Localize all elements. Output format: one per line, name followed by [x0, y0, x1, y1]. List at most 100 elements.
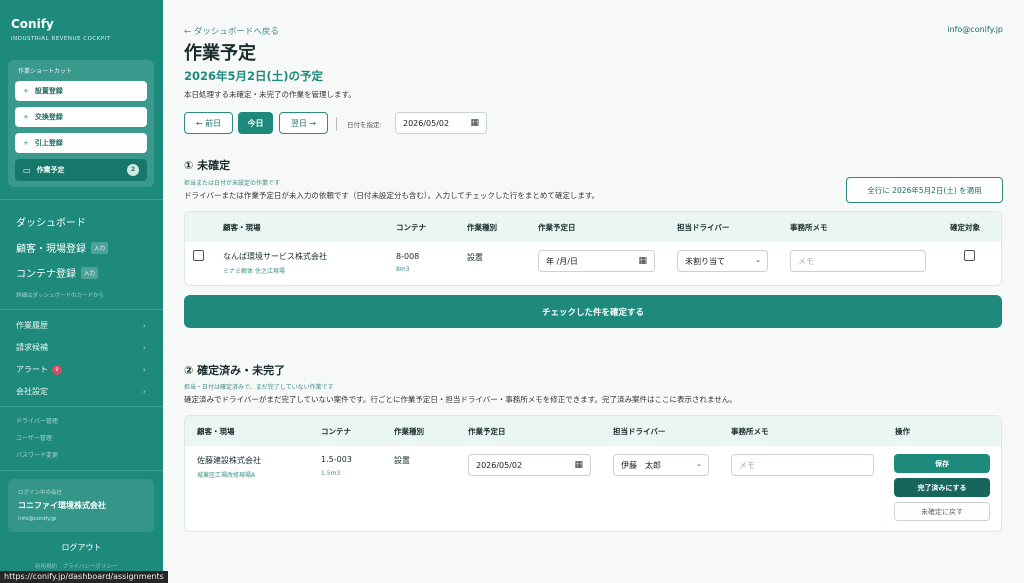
row-select-checkbox[interactable]	[193, 250, 204, 261]
column-header: 事務所メモ	[790, 223, 828, 232]
column-header: 顧客・現場	[197, 427, 235, 436]
date-picker-input[interactable]: 2026/05/02 ▦	[395, 112, 487, 134]
nav-container[interactable]: コンテナ登録 入力	[16, 265, 99, 280]
nav-label: 作業履歴	[16, 321, 48, 330]
input-tag: 入力	[81, 266, 99, 279]
nav-dashboard[interactable]: ダッシュボード	[16, 214, 86, 229]
page-title: 作業予定	[184, 43, 256, 64]
chevron-right-icon: ›	[142, 365, 146, 374]
shortcut-label: 設置登録	[34, 87, 63, 95]
confirmed-description: 確定済みでドライバーがまだ完了していない案件です。行ごとに作業予定日・担当ドライ…	[184, 395, 737, 404]
confirmed-note: 担当・日付は確定済みで、まだ完了していない作業です	[184, 384, 334, 391]
date-value: 2026/05/02	[403, 118, 450, 128]
driver-value: 未割り当て	[685, 256, 725, 266]
date-label: 日付を指定:	[347, 121, 382, 129]
work-type: 設置	[394, 456, 410, 465]
column-header: 作業種別	[467, 223, 497, 232]
chevron-down-icon: ⌄	[755, 256, 761, 264]
customer-name: 佐藤建設株式会社	[197, 456, 261, 465]
column-header: 操作	[895, 427, 910, 436]
container-size: 8m3	[396, 266, 410, 273]
nav-label: 請求候補	[16, 343, 48, 352]
login-company-card: ログイン中の会社 コニファイ環境株式会社 info@conify.jp	[8, 479, 154, 532]
column-header: コンテナ	[396, 223, 426, 232]
shortcut-label: 交換登録	[34, 113, 63, 121]
mark-complete-button[interactable]: 完了済みにする	[894, 478, 990, 497]
work-date-input[interactable]: 2026/05/02 ▦	[468, 454, 591, 476]
customer-name: なんば環境サービス株式会社	[223, 252, 327, 261]
main-content: ← ダッシュボードへ戻る info@conify.jp 作業予定 2026年5月…	[163, 0, 1024, 583]
chevron-right-icon: ›	[142, 387, 146, 396]
confirm-checked-button[interactable]: チェックした件を確定する	[184, 295, 1002, 328]
plus-icon: +	[23, 113, 29, 121]
nav-password-change[interactable]: パスワード変更	[16, 450, 58, 459]
date-value: 2026/05/02	[476, 460, 523, 470]
nav-user-management[interactable]: ユーザー管理	[16, 433, 52, 442]
save-button[interactable]: 保存	[894, 454, 990, 473]
calendar-icon: ▭	[23, 165, 31, 175]
office-memo-input[interactable]: メモ	[790, 250, 926, 272]
shortcut-pickup-button[interactable]: + 引上登録	[15, 133, 147, 153]
back-to-dashboard-link[interactable]: ← ダッシュボードへ戻る	[184, 25, 279, 37]
unconfirmed-note: 担当または日付が未設定の作業です	[184, 180, 281, 187]
nav-work-history[interactable]: 作業履歴 ›	[16, 320, 146, 331]
nav-customer-site[interactable]: 顧客・現場登録 入力	[16, 240, 109, 255]
today-button[interactable]: 今日	[238, 112, 273, 134]
driver-select[interactable]: 伊藤 太郎 ⌄	[613, 454, 709, 476]
shortcut-panel: 作業ショートカット + 設置登録 + 交換登録 + 引上登録 ▭ 作業予定 2	[8, 60, 154, 187]
column-header: コンテナ	[321, 427, 351, 436]
revert-to-unconfirmed-button[interactable]: 未確定に戻す	[894, 502, 990, 521]
nav-label: 会社設定	[16, 387, 48, 396]
footer-links[interactable]: 利用規約 プライバシーポリシー	[35, 562, 117, 570]
memo-placeholder: メモ	[739, 460, 755, 470]
alert-count-badge: 9	[52, 364, 62, 375]
shortcut-exchange-button[interactable]: + 交換登録	[15, 107, 147, 127]
chevron-right-icon: ›	[142, 343, 146, 352]
table-header: 顧客・現場 コンテナ 作業種別 作業予定日 担当ドライバー 事務所メモ 確定対象	[185, 212, 1001, 242]
office-memo-input[interactable]: メモ	[731, 454, 874, 476]
shortcut-label: 引上登録	[34, 139, 63, 147]
url-status-bar: https://conify.jp/dashboard/assignments	[0, 571, 168, 583]
table-header: 顧客・現場 コンテナ 作業種別 作業予定日 担当ドライバー 事務所メモ 操作	[185, 416, 1001, 446]
work-date-input[interactable]: 年 /月/日 ▦	[538, 250, 655, 272]
logout-button[interactable]: ログアウト	[0, 542, 163, 553]
next-day-button[interactable]: 翌日 →	[279, 112, 328, 134]
column-header: 顧客・現場	[223, 223, 261, 232]
column-header: 担当ドライバー	[677, 223, 730, 232]
divider	[0, 406, 163, 407]
shortcut-schedule-button[interactable]: ▭ 作業予定 2	[15, 159, 147, 181]
site-name: 城東区工場改修現場A	[197, 472, 256, 479]
plus-icon: +	[23, 139, 29, 147]
unconfirmed-table: 顧客・現場 コンテナ 作業種別 作業予定日 担当ドライバー 事務所メモ 確定対象…	[184, 211, 1002, 286]
shortcut-install-button[interactable]: + 設置登録	[15, 81, 147, 101]
nav-alerts[interactable]: アラート 9 ›	[16, 364, 146, 375]
column-header: 事務所メモ	[731, 427, 769, 436]
column-header: 作業予定日	[468, 427, 506, 436]
nav-billing[interactable]: 請求候補 ›	[16, 342, 146, 353]
login-email: info@conify.jp	[18, 516, 57, 522]
confirmed-section-title: ② 確定済み・未完了	[184, 364, 286, 377]
work-type: 設置	[467, 253, 483, 262]
confirm-target-checkbox[interactable]	[964, 250, 975, 261]
unconfirmed-section-title: ① 未確定	[184, 159, 231, 172]
page-description: 本日処理する未確定・未完了の作業を管理します。	[184, 90, 356, 99]
divider	[0, 470, 163, 471]
nav-label: アラート	[16, 365, 48, 374]
brand-logo[interactable]: Conify	[11, 17, 54, 31]
confirmed-table: 顧客・現場 コンテナ 作業種別 作業予定日 担当ドライバー 事務所メモ 操作 佐…	[184, 415, 1002, 532]
nav-label: 顧客・現場登録	[16, 244, 86, 255]
memo-placeholder: メモ	[798, 256, 814, 266]
prev-day-button[interactable]: ← 前日	[184, 112, 233, 134]
column-header: 確定対象	[950, 223, 980, 232]
login-company-name: コニファイ環境株式会社	[18, 501, 106, 510]
nav-company-settings[interactable]: 会社設定 ›	[16, 386, 146, 397]
user-email[interactable]: info@conify.jp	[947, 25, 1003, 34]
unconfirmed-description: ドライバーまたは作業予定日が未入力の依頼です（日付未設定分も含む）。入力してチェ…	[184, 191, 600, 200]
count-badge: 2	[127, 164, 139, 176]
container-id: 1.5-003	[321, 455, 352, 464]
nav-driver-management[interactable]: ドライバー管理	[16, 416, 58, 425]
shortcut-title: 作業ショートカット	[18, 68, 73, 75]
driver-select[interactable]: 未割り当て ⌄	[677, 250, 768, 272]
plus-icon: +	[23, 87, 29, 95]
apply-date-all-button[interactable]: 全行に 2026年5月2日(土) を適用	[846, 177, 1003, 203]
